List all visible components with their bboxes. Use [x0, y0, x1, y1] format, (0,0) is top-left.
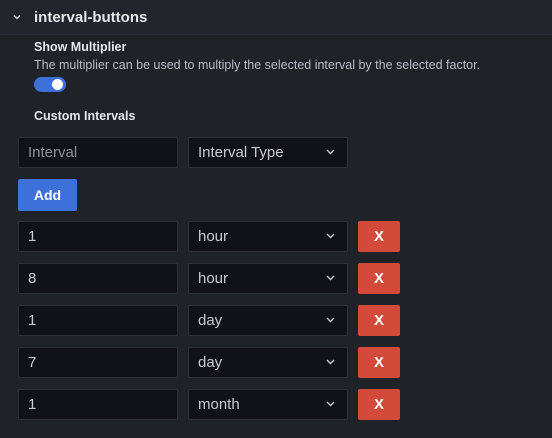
chevron-down-icon — [326, 359, 335, 365]
toggle-knob — [52, 79, 63, 90]
delete-interval-button[interactable]: X — [358, 347, 400, 378]
interval-type-select[interactable]: Interval Type — [188, 137, 348, 168]
interval-type-placeholder: Interval Type — [198, 144, 284, 161]
delete-interval-button[interactable]: X — [358, 305, 400, 336]
interval-type-select[interactable]: day — [188, 305, 348, 336]
interval-value-field[interactable]: 8 — [18, 263, 178, 294]
section-header[interactable]: interval-buttons — [0, 0, 552, 35]
chevron-down-icon — [326, 149, 335, 155]
section-title: interval-buttons — [34, 9, 148, 26]
interval-type-select[interactable]: day — [188, 347, 348, 378]
interval-value-field[interactable]: 1 — [18, 305, 178, 336]
interval-type-select[interactable]: hour — [188, 221, 348, 252]
interval-type-value: day — [198, 354, 223, 371]
custom-intervals-label: Custom Intervals — [34, 109, 136, 123]
interval-type-value: hour — [198, 270, 229, 287]
interval-value-field[interactable]: 1 — [18, 221, 178, 252]
chevron-down-icon — [13, 15, 21, 20]
show-multiplier-description: The multiplier can be used to multiply t… — [34, 58, 481, 72]
chevron-down-icon — [326, 401, 335, 407]
interval-value-field[interactable]: 1 — [18, 389, 178, 420]
chevron-down-icon — [326, 317, 335, 323]
show-multiplier-label: Show Multiplier — [34, 40, 127, 54]
interval-type-value: month — [198, 396, 240, 413]
delete-interval-button[interactable]: X — [358, 263, 400, 294]
delete-interval-button[interactable]: X — [358, 221, 400, 252]
interval-type-select[interactable]: hour — [188, 263, 348, 294]
chevron-down-icon — [326, 233, 335, 239]
delete-interval-button[interactable]: X — [358, 389, 400, 420]
interval-type-value: day — [198, 312, 223, 329]
interval-type-select[interactable]: month — [188, 389, 348, 420]
interval-type-value: hour — [198, 228, 229, 245]
show-multiplier-toggle[interactable] — [34, 77, 66, 92]
interval-input[interactable] — [18, 137, 178, 168]
chevron-down-icon — [326, 275, 335, 281]
add-button[interactable]: Add — [18, 179, 77, 211]
interval-value-field[interactable]: 7 — [18, 347, 178, 378]
